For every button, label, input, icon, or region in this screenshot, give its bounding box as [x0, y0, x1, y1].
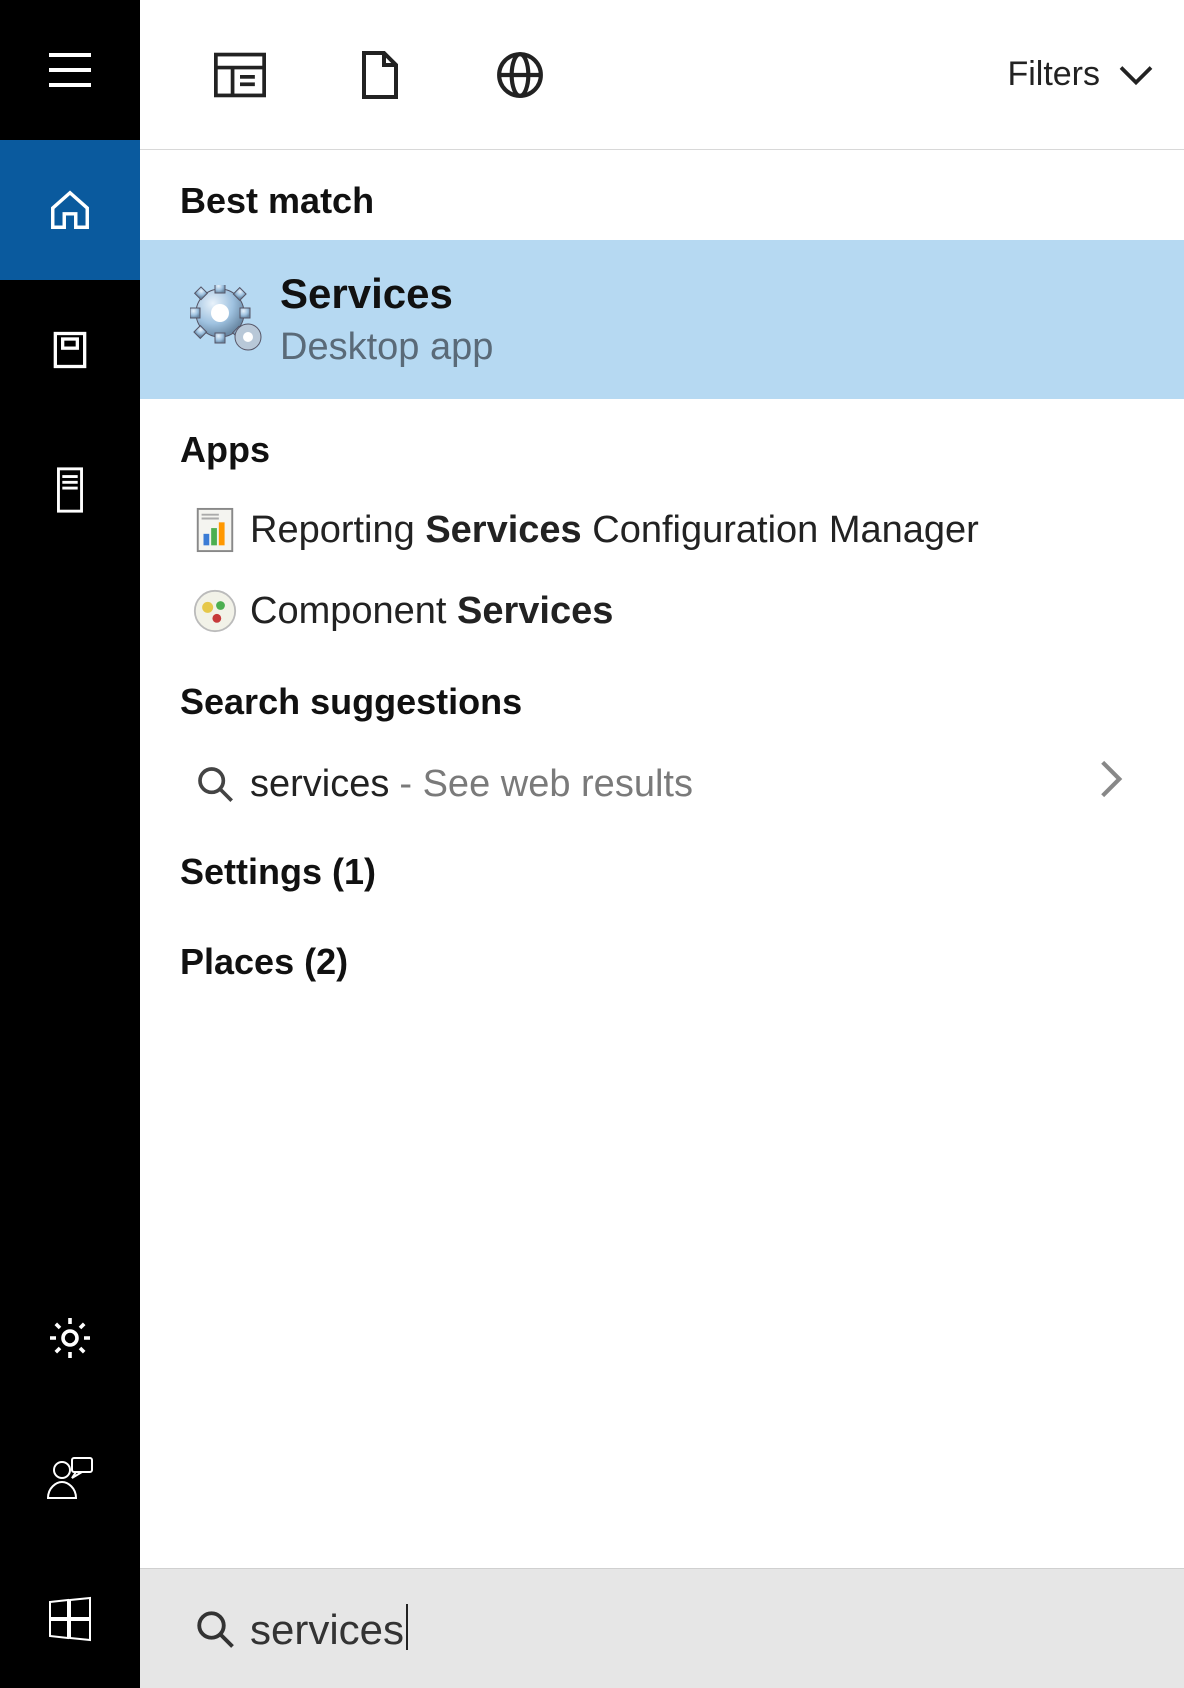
- search-panel: Filters Best match: [140, 0, 1184, 1688]
- category-settings[interactable]: Settings (1): [140, 827, 1184, 917]
- services-app-icon: [180, 285, 280, 355]
- home-icon: [47, 187, 93, 233]
- best-match-text: Services Desktop app: [280, 270, 493, 369]
- component-services-icon: [180, 589, 250, 633]
- web-scope-icon: [495, 50, 545, 100]
- sidebar: [0, 0, 140, 1688]
- apps-scope-icon: [214, 52, 266, 98]
- app-result-0[interactable]: Reporting Services Configuration Manager: [140, 489, 1184, 571]
- book-icon: [48, 328, 92, 372]
- person-feedback-icon: [46, 1454, 94, 1502]
- home-button[interactable]: [0, 140, 140, 280]
- sidebar-item-1[interactable]: [0, 280, 140, 420]
- hamburger-button[interactable]: [0, 0, 140, 140]
- app-result-1[interactable]: Component Services: [140, 571, 1184, 651]
- search-icon: [180, 764, 250, 804]
- scope-tabs: Filters: [140, 0, 1184, 150]
- results-list: Best match: [140, 150, 1184, 1568]
- windows-icon: [46, 1594, 94, 1642]
- tower-icon: [53, 465, 87, 515]
- feedback-button[interactable]: [0, 1408, 140, 1548]
- filters-dropdown[interactable]: Filters: [1007, 55, 1154, 94]
- suggestions-header: Search suggestions: [140, 651, 1184, 741]
- app-label-1: Component Services: [250, 590, 1144, 633]
- suggestion-hint: - See web results: [399, 763, 693, 806]
- filters-label: Filters: [1007, 55, 1100, 94]
- scope-documents[interactable]: [320, 49, 440, 101]
- chevron-right-icon: [1098, 759, 1144, 809]
- best-match-subtitle: Desktop app: [280, 326, 493, 369]
- start-search-window: Filters Best match: [0, 0, 1184, 1688]
- apps-header: Apps: [140, 399, 1184, 489]
- best-match-result[interactable]: Services Desktop app: [140, 240, 1184, 399]
- best-match-header: Best match: [140, 150, 1184, 240]
- suggestion-term: services: [250, 763, 389, 806]
- sidebar-spacer: [0, 560, 140, 1268]
- web-suggestion[interactable]: services - See web results: [140, 741, 1184, 827]
- category-places[interactable]: Places (2): [140, 917, 1184, 1007]
- scope-web[interactable]: [460, 50, 580, 100]
- search-icon: [180, 1608, 250, 1650]
- start-button[interactable]: [0, 1548, 140, 1688]
- scope-apps[interactable]: [180, 52, 300, 98]
- app-label-0: Reporting Services Configuration Manager: [250, 509, 1144, 552]
- chevron-down-icon: [1118, 64, 1154, 86]
- best-match-title: Services: [280, 270, 493, 318]
- search-box[interactable]: services: [140, 1568, 1184, 1688]
- report-icon: [180, 507, 250, 553]
- hamburger-icon: [49, 53, 91, 87]
- settings-button[interactable]: [0, 1268, 140, 1408]
- search-query: services: [250, 1604, 408, 1654]
- text-caret: [406, 1604, 408, 1650]
- sidebar-item-2[interactable]: [0, 420, 140, 560]
- document-scope-icon: [359, 49, 401, 101]
- gear-icon: [46, 1314, 94, 1362]
